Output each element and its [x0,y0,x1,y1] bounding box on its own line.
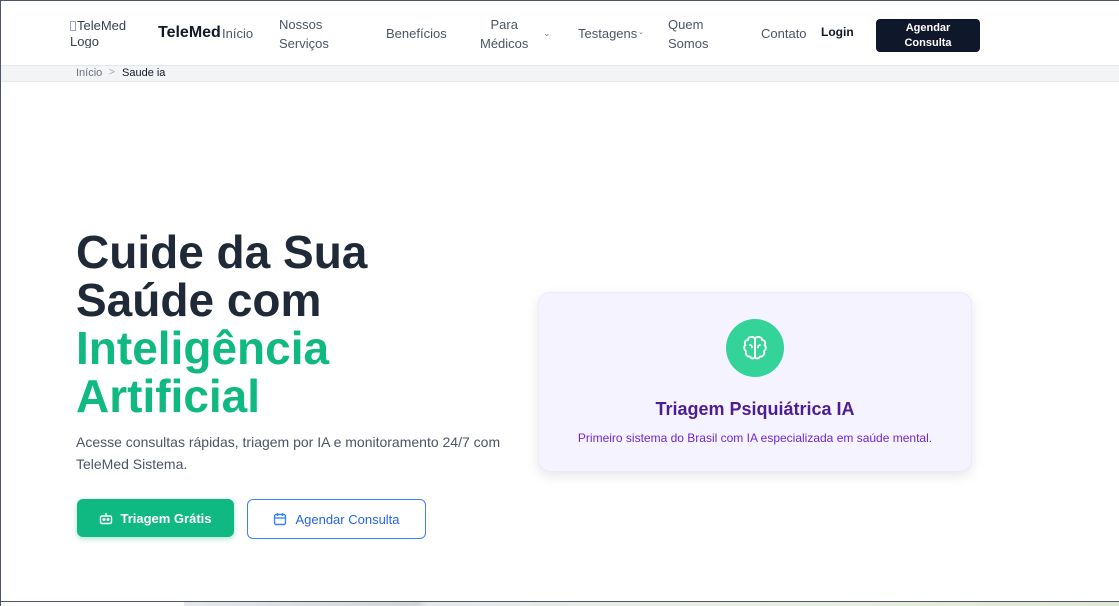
triagem-gratis-button[interactable]: Triagem Grátis [77,499,234,537]
nav-label: Nossos [279,17,323,32]
breadcrumb: Início > Saude ia [1,65,1119,82]
breadcrumb-home-link[interactable]: Início [76,67,102,79]
button-label: Triagem Grátis [120,510,212,526]
card-description: Primeiro sistema do Brasil com IA especi… [577,431,933,445]
login-link[interactable]: Login [821,25,854,39]
hero-subtitle: Acesse consultas rápidas, triagem por IA… [76,434,501,472]
hero-title-accent: Artificial [76,370,261,422]
nav-label: Médicos [480,36,529,51]
agendar-consulta-header-button[interactable]: Agendar Consulta [876,19,980,52]
chevron-right-icon: > [109,67,115,78]
nav-label: Serviços [279,36,329,51]
nav-contato[interactable]: Contato [761,24,807,43]
window-left-border [0,0,1,606]
hero-title-line: Cuide da Sua [76,226,368,278]
nav-inicio[interactable]: Início [222,24,253,43]
triagem-psiquiatrica-card[interactable]: Triagem Psiquiátrica IA Primeiro sistema… [538,292,972,472]
chevron-down-icon[interactable]: ⌄ [638,28,644,36]
button-label: Consulta [904,37,952,49]
nav-nossos-servicos[interactable]: Nossos Serviços [279,15,329,53]
chevron-down-icon[interactable]: ⌄ [543,28,551,39]
brand-name[interactable]: TeleMed [158,24,221,42]
calendar-icon [274,513,287,526]
next-section-preview [184,602,1119,606]
hero-title-accent: Inteligência [76,322,330,374]
hero-title: Cuide da Sua Saúde com Inteligência Arti… [76,228,496,420]
nav-quem-somos[interactable]: Quem Somos [668,15,708,53]
button-label: Agendar [905,22,951,34]
nav-beneficios[interactable]: Benefícios [386,24,447,43]
site-header: TeleMed Logo TeleMed Início Nossos Servi… [1,1,1119,65]
broken-image-icon [70,21,76,31]
nav-label: Somos [668,36,709,51]
brain-icon-badge [726,319,784,377]
nav-testagens[interactable]: Testagens [578,24,637,43]
nav-label: Para [490,17,518,32]
nav-para-medicos[interactable]: Para Médicos [480,15,528,53]
breadcrumb-current: Saude ia [122,67,166,79]
logo-alt-text: TeleMed Logo [70,18,127,48]
card-title: Triagem Psiquiátrica IA [655,399,855,419]
brain-icon [743,336,767,360]
nav-label: Quem [668,17,704,32]
button-label: Agendar Consulta [295,511,400,527]
robot-icon [100,512,113,524]
agendar-consulta-button[interactable]: Agendar Consulta [247,499,426,539]
hero-title-line: Saúde com [76,274,322,326]
logo-image[interactable]: TeleMed Logo [70,18,136,48]
